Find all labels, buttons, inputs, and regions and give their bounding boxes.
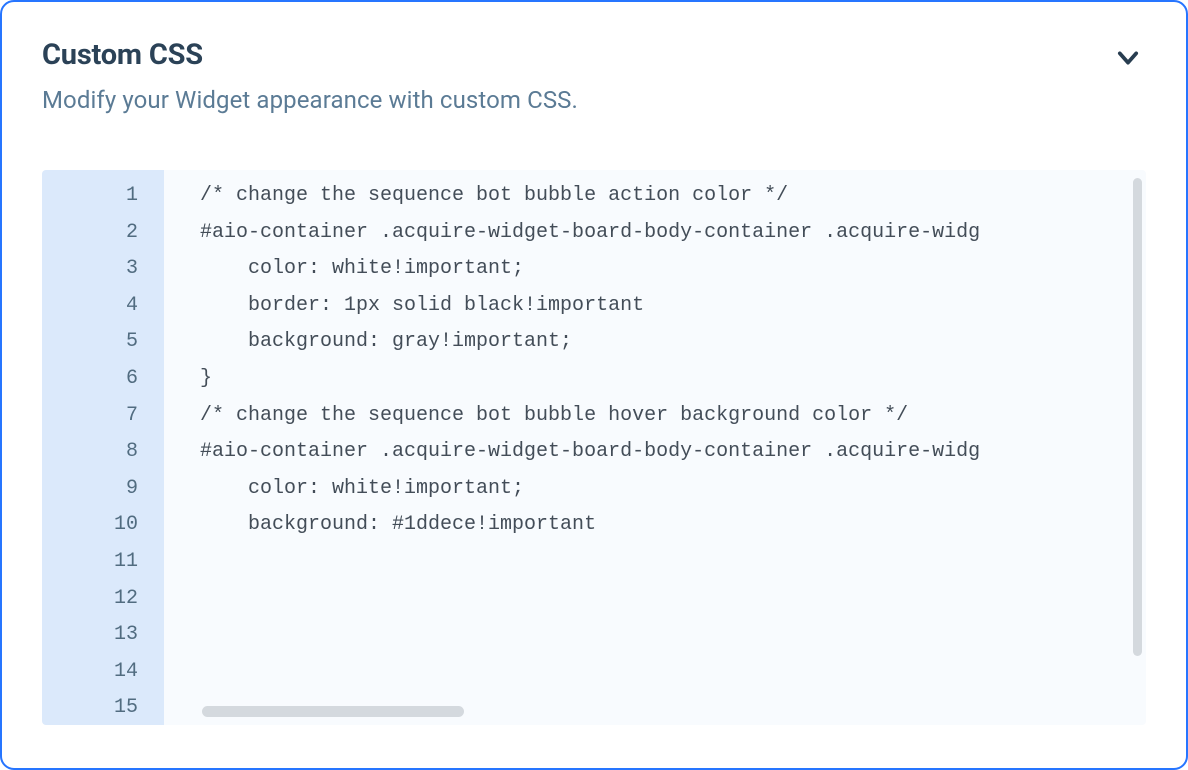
code-line[interactable]: border: 1px solid black!important bbox=[200, 288, 1146, 325]
line-number: 13 bbox=[42, 617, 138, 654]
line-number: 14 bbox=[42, 654, 138, 691]
line-number: 11 bbox=[42, 544, 138, 581]
line-number: 3 bbox=[42, 251, 138, 288]
line-number: 12 bbox=[42, 581, 138, 618]
code-line[interactable]: background: gray!important; bbox=[200, 324, 1146, 361]
line-number: 10 bbox=[42, 507, 138, 544]
code-line[interactable] bbox=[200, 544, 1146, 581]
code-line[interactable] bbox=[200, 654, 1146, 691]
code-area[interactable]: /* change the sequence bot bubble action… bbox=[164, 170, 1146, 725]
line-number: 2 bbox=[42, 215, 138, 252]
line-number: 4 bbox=[42, 288, 138, 325]
code-line[interactable] bbox=[200, 581, 1146, 618]
custom-css-panel: Custom CSS Modify your Widget appearance… bbox=[0, 0, 1188, 770]
code-line[interactable]: color: white!important; bbox=[200, 471, 1146, 508]
code-editor[interactable]: 123456789101112131415 /* change the sequ… bbox=[42, 170, 1146, 725]
line-number: 8 bbox=[42, 434, 138, 471]
code-line[interactable]: /* change the sequence bot bubble hover … bbox=[200, 398, 1146, 435]
line-number: 5 bbox=[42, 324, 138, 361]
code-line[interactable] bbox=[200, 617, 1146, 654]
section-title: Custom CSS bbox=[42, 38, 203, 72]
chevron-down-icon[interactable] bbox=[1114, 44, 1142, 72]
code-line[interactable]: /* change the sequence bot bubble action… bbox=[200, 178, 1146, 215]
code-line[interactable]: #aio-container .acquire-widget-board-bod… bbox=[200, 215, 1146, 252]
line-number: 1 bbox=[42, 178, 138, 215]
line-number: 9 bbox=[42, 471, 138, 508]
line-number: 6 bbox=[42, 361, 138, 398]
section-subtitle: Modify your Widget appearance with custo… bbox=[42, 86, 1146, 114]
panel-header: Custom CSS bbox=[42, 38, 1146, 72]
vertical-scrollbar[interactable] bbox=[1133, 178, 1142, 656]
code-line[interactable]: } bbox=[200, 361, 1146, 398]
line-number: 7 bbox=[42, 398, 138, 435]
line-number-gutter: 123456789101112131415 bbox=[42, 170, 164, 725]
code-line[interactable]: #aio-container .acquire-widget-board-bod… bbox=[200, 434, 1146, 471]
line-number: 15 bbox=[42, 690, 138, 725]
code-line[interactable]: color: white!important; bbox=[200, 251, 1146, 288]
horizontal-scrollbar[interactable] bbox=[202, 706, 464, 717]
code-line[interactable]: background: #1ddece!important bbox=[200, 507, 1146, 544]
